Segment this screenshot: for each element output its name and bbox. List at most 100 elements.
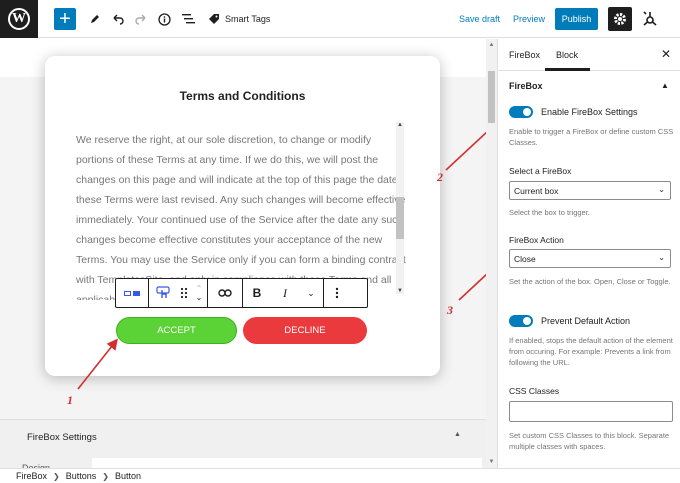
undo-icon — [113, 14, 124, 25]
link-group — [208, 279, 243, 307]
firebox-action-value: Close — [514, 253, 536, 264]
publish-button[interactable]: Publish — [555, 8, 598, 30]
close-sidebar-button[interactable]: ✕ — [661, 47, 671, 61]
drag-handle[interactable] — [177, 279, 191, 307]
plugin-icon — [643, 11, 657, 26]
css-classes-help: Set custom CSS Classes to this block. Se… — [509, 431, 670, 451]
firebox-settings-title: FireBox Settings — [27, 432, 97, 443]
popup-title[interactable]: Terms and Conditions — [45, 89, 440, 103]
firebox-panel-title[interactable]: FireBox — [509, 81, 543, 91]
firebox-action-help: Set the action of the box. Open, Close o… — [509, 277, 671, 286]
block-actions-group: ⌃ ⌄ — [149, 279, 208, 307]
details-button[interactable] — [155, 7, 173, 31]
chevron-up-icon[interactable]: ▲ — [661, 81, 669, 90]
buttons-block-icon — [124, 290, 140, 296]
more-formats-button[interactable]: ⌄ — [299, 279, 323, 307]
text-scrollbar[interactable]: ▲ ▼ — [396, 122, 404, 294]
undo-button[interactable] — [109, 7, 127, 31]
select-firebox-dropdown[interactable]: Current box ⌄ — [509, 181, 671, 200]
scroll-thumb[interactable] — [396, 197, 404, 239]
add-block-button[interactable]: + — [54, 8, 76, 30]
firebox-action-label: FireBox Action — [509, 235, 564, 245]
select-firebox-help: Select the box to trigger. — [509, 208, 590, 217]
sidebar-tabs: FireBox Block ✕ — [498, 39, 680, 71]
smart-tags-button[interactable]: Smart Tags — [208, 7, 270, 31]
tab-block[interactable]: Block — [556, 50, 578, 60]
design-row: Design — [0, 455, 486, 473]
scroll-up-arrow-icon[interactable]: ▲ — [396, 122, 404, 128]
move-down-icon[interactable]: ⌄ — [196, 293, 203, 302]
firebox-settings-panel[interactable]: FireBox Settings ▲ — [0, 419, 486, 455]
italic-icon: I — [283, 285, 287, 300]
block-options-button[interactable] — [324, 279, 350, 307]
move-buttons[interactable]: ⌃ ⌄ — [191, 279, 207, 307]
more-vertical-icon — [335, 287, 339, 299]
close-icon: ✕ — [661, 47, 672, 61]
css-classes-input[interactable] — [509, 401, 673, 422]
chevron-down-icon: ⌄ — [658, 253, 665, 262]
annotation-number-3: 3 — [447, 303, 453, 317]
wordpress-logo[interactable]: W — [0, 0, 38, 38]
wordpress-logo-mark: W — [8, 8, 30, 30]
tag-icon — [209, 14, 219, 24]
terms-text[interactable]: We reserve the right, at our sole discre… — [76, 130, 406, 300]
breadcrumb-item[interactable]: Button — [115, 471, 141, 481]
chevron-down-icon: ⌄ — [658, 185, 665, 194]
canvas-scrollbar[interactable]: ▲ ▼ — [486, 39, 497, 468]
decline-button[interactable]: DECLINE — [243, 317, 367, 344]
canvas-scroll-up-icon[interactable]: ▲ — [486, 42, 497, 48]
enable-firebox-toggle[interactable] — [509, 106, 533, 118]
preview-button[interactable]: Preview — [513, 7, 545, 31]
move-up-icon[interactable]: ⌃ — [196, 284, 203, 293]
button-block-switcher[interactable] — [149, 279, 177, 307]
active-tab-indicator — [545, 68, 590, 71]
scroll-down-arrow-icon[interactable]: ▼ — [396, 288, 404, 294]
prevent-default-label: Prevent Default Action — [541, 316, 631, 326]
tools-button[interactable] — [86, 7, 104, 31]
canvas-scroll-down-icon[interactable]: ▼ — [486, 459, 497, 465]
annotation-number-2: 2 — [437, 170, 443, 184]
select-firebox-label: Select a FireBox — [509, 166, 572, 176]
breadcrumb: FireBox ❯ Buttons ❯ Button — [0, 468, 680, 483]
options-group — [324, 279, 350, 307]
settings-sidebar: FireBox Block ✕ FireBox ▲ Enable FireBox… — [497, 39, 680, 468]
link-button[interactable] — [208, 279, 242, 307]
accept-button[interactable]: ACCEPT — [116, 317, 237, 344]
select-firebox-value: Current box — [514, 185, 559, 196]
bold-icon: B — [252, 286, 262, 300]
plus-icon: + — [59, 8, 71, 30]
prevent-default-help: If enabled, stops the default action of … — [509, 336, 673, 367]
enable-firebox-help: Enable to trigger a FireBox or define cu… — [509, 127, 674, 147]
chevron-down-icon: ⌄ — [307, 287, 315, 298]
annotation-number-1: 1 — [67, 393, 73, 407]
design-field[interactable] — [92, 458, 482, 468]
breadcrumb-separator-icon: ❯ — [102, 471, 109, 481]
block-toolbar: ⌃ ⌄ B I ⌄ — [115, 278, 368, 308]
buttons-parent-button[interactable] — [116, 279, 148, 307]
css-classes-label: CSS Classes — [509, 386, 560, 396]
gear-icon — [614, 13, 626, 25]
format-group: B I ⌄ — [243, 279, 324, 307]
tab-firebox[interactable]: FireBox — [509, 50, 540, 60]
save-draft-button[interactable]: Save draft — [459, 7, 500, 31]
settings-button[interactable] — [608, 7, 632, 31]
canvas-scroll-thumb[interactable] — [488, 71, 495, 123]
breadcrumb-item[interactable]: FireBox — [16, 471, 47, 481]
list-view-button[interactable] — [179, 7, 197, 31]
firebox-action-dropdown[interactable]: Close ⌄ — [509, 249, 671, 268]
top-toolbar: W + Smart Tags Save draft Preview Publis… — [0, 0, 680, 38]
pointer-hand-icon — [156, 286, 170, 298]
prevent-default-toggle[interactable] — [509, 315, 533, 327]
list-view-icon — [181, 14, 195, 24]
redo-icon — [135, 14, 146, 25]
italic-button[interactable]: I — [271, 279, 299, 307]
breadcrumb-item[interactable]: Buttons — [66, 471, 97, 481]
plugin-button[interactable] — [640, 7, 660, 31]
block-type-group — [116, 279, 149, 307]
pencil-icon — [91, 15, 99, 23]
info-icon — [157, 12, 171, 26]
collapse-caret-icon[interactable]: ▲ — [454, 431, 461, 438]
bold-button[interactable]: B — [243, 279, 271, 307]
smart-tags-label: Smart Tags — [225, 14, 271, 24]
redo-button[interactable] — [132, 7, 150, 31]
